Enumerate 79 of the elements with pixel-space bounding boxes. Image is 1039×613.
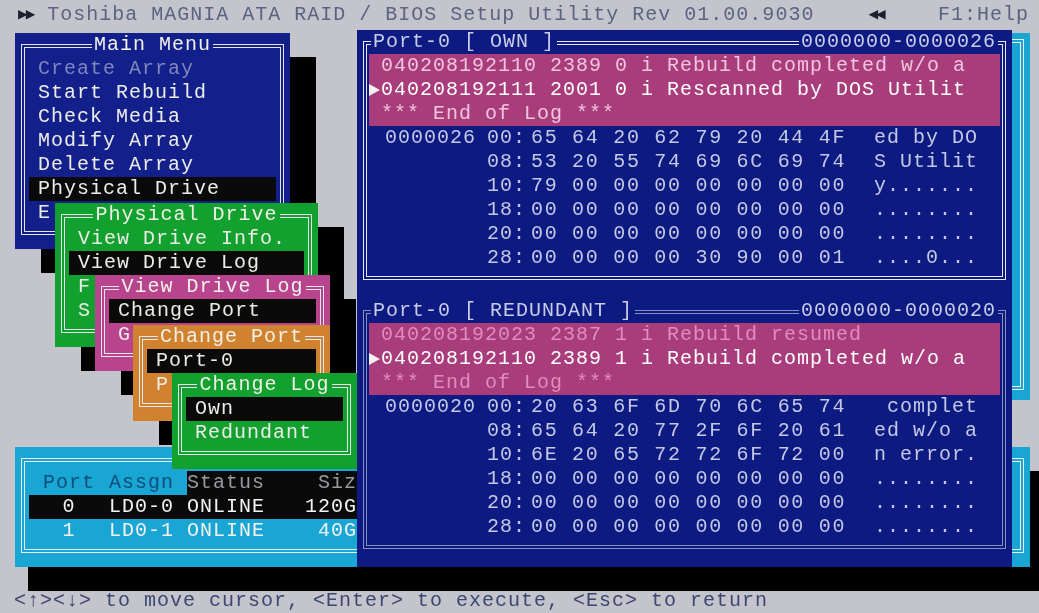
- menu-item[interactable]: Port-0: [147, 349, 316, 373]
- column-header: Siz: [303, 471, 357, 495]
- log-entry[interactable]: 040208192110 2389 1 i Rebuild completed w/o a: [369, 347, 1000, 371]
- hex-address: 28:: [487, 246, 527, 270]
- pane-title: Port-0 [ REDUNDANT ]: [371, 299, 636, 323]
- table-cell-text: LD0-0: [109, 495, 175, 519]
- window-title: Change Port: [158, 325, 305, 349]
- hex-address: 28:: [487, 515, 527, 539]
- column-header: Port: [42, 471, 96, 495]
- menu-item[interactable]: Change Port: [109, 299, 316, 323]
- log-entry[interactable]: 040208192110 2389 0 i Rebuild completed w/o a: [369, 54, 1000, 78]
- menu-item[interactable]: Start Rebuild: [29, 81, 276, 105]
- menu-item[interactable]: View Drive Log: [69, 251, 304, 275]
- hex-bytes: 79 00 00 00 00 00 00 00: [531, 174, 848, 198]
- header-marker: ◀◀: [868, 5, 884, 26]
- hex-ascii: complet: [886, 395, 978, 419]
- hex-offset: 0000026: [385, 126, 477, 150]
- menu-item[interactable]: Modify Array: [29, 129, 276, 153]
- hex-ascii: n error.: [873, 443, 978, 467]
- key-hints: <↑><↓> to move cursor, <Enter> to execute, <Esc> to return: [13, 589, 770, 613]
- hex-ascii: ........: [873, 198, 978, 222]
- hex-bytes: 65 64 20 77 2F 6F 20 61: [531, 419, 848, 443]
- pane-title: Port-0 [ OWN ]: [371, 30, 558, 54]
- menu-item[interactable]: View Drive Info.: [69, 227, 304, 251]
- hex-address: 08:: [487, 419, 527, 443]
- hex-bytes: 00 00 00 00 00 00 00 00: [531, 198, 848, 222]
- hex-ascii: ........: [873, 491, 978, 515]
- hex-ascii: y.......: [873, 174, 978, 198]
- hex-address: 18:: [487, 198, 527, 222]
- table-cell-text: 0: [61, 495, 77, 519]
- log-entry[interactable]: 040208192111 2001 0 i Rescanned by DOS Utilit: [369, 78, 1000, 102]
- table-cell-text: 40G: [317, 519, 357, 543]
- hex-ascii: ed by DO: [873, 126, 978, 150]
- pointer-icon: [369, 84, 380, 96]
- table-row[interactable]: 0 LD0-0 ONLINE 120G: [29, 495, 357, 519]
- hex-address: 18:: [487, 467, 527, 491]
- hex-address: 20:: [487, 222, 527, 246]
- column-header: Assgn: [109, 471, 175, 495]
- hex-bytes: 00 00 00 00 00 00 00 00: [531, 491, 848, 515]
- table-cell-text: LD0-1: [109, 519, 175, 543]
- menu-item[interactable]: Redundant: [186, 421, 343, 445]
- hex-ascii: ........: [873, 467, 978, 491]
- hex-ascii: ........: [873, 222, 978, 246]
- menu-item[interactable]: Own: [186, 397, 343, 421]
- window-title: Physical Drive: [93, 203, 280, 227]
- hex-ascii: ed w/o a: [873, 419, 978, 443]
- help-hint: F1:Help: [938, 3, 1029, 27]
- column-header: Status: [187, 471, 303, 495]
- menu-item[interactable]: Physical Drive: [29, 177, 276, 201]
- hex-bytes: 00 00 00 00 00 00 00 00: [531, 467, 848, 491]
- app-title: Toshiba MAGNIA ATA RAID / BIOS Setup Utility Rev 01.00.9030: [47, 3, 815, 27]
- hex-bytes: 53 20 55 74 69 6C 69 74: [531, 150, 848, 174]
- hex-address: 10:: [487, 174, 527, 198]
- hex-address: 10:: [487, 443, 527, 467]
- hex-address: 08:: [487, 150, 527, 174]
- hex-address: 20:: [487, 491, 527, 515]
- menu-item[interactable]: Delete Array: [29, 153, 276, 177]
- hex-bytes: 20 63 6F 6D 70 6C 65 74: [531, 395, 848, 419]
- table-cell-text: ONLINE: [187, 519, 266, 543]
- hex-bytes: 00 00 00 00 30 90 00 01: [531, 246, 848, 270]
- table-cell-text: ONLINE: [187, 495, 266, 519]
- hex-offset: 0000020: [385, 395, 477, 419]
- header-marker: ▶▶: [18, 5, 34, 26]
- hex-address: 00:: [487, 126, 527, 150]
- hex-address: 00:: [487, 395, 527, 419]
- pointer-icon: [369, 353, 380, 365]
- hex-bytes: 6E 20 65 72 72 6F 72 00: [531, 443, 848, 467]
- log-entry[interactable]: *** End of Log ***: [369, 102, 1000, 126]
- hex-ascii: ....0...: [873, 246, 978, 270]
- menu-item[interactable]: Check Media: [29, 105, 276, 129]
- table-cell-text: 1: [61, 519, 77, 543]
- window-title: Change Log: [197, 373, 332, 397]
- hex-bytes: 00 00 00 00 00 00 00 00: [531, 515, 848, 539]
- hex-bytes: 00 00 00 00 00 00 00 00: [531, 222, 848, 246]
- hex-bytes: 65 64 20 62 79 20 44 4F: [531, 126, 848, 150]
- table-cell-text: 120G: [304, 495, 357, 519]
- hex-ascii: S Utilit: [873, 150, 978, 174]
- window-title: View Drive Log: [119, 275, 306, 299]
- hex-ascii: ........: [873, 515, 978, 539]
